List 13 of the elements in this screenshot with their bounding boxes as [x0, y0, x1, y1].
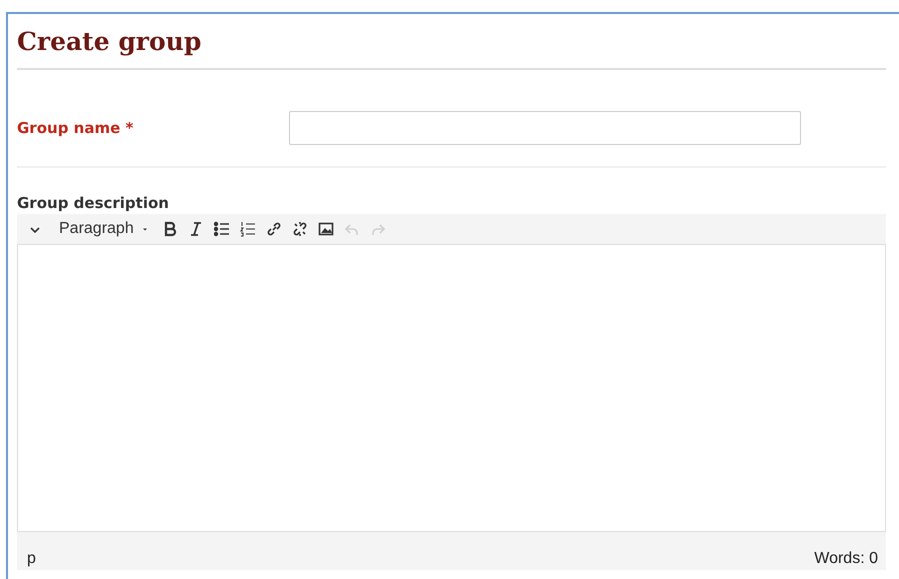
- element-path: p: [27, 550, 36, 568]
- field-label: Group name *: [17, 119, 134, 137]
- link-icon: [266, 221, 282, 237]
- bullet-list-icon: [214, 221, 230, 237]
- input-field[interactable]: [289, 111, 801, 145]
- page-title: Create group: [17, 14, 886, 70]
- unlink-icon: [292, 221, 308, 237]
- format-dropdown[interactable]: Paragraph: [57, 218, 150, 240]
- field-label: Group description: [17, 193, 170, 214]
- word-count: Words: 0: [814, 550, 878, 568]
- numbered-list-icon: [240, 221, 256, 237]
- caret-icon: [142, 227, 148, 231]
- image-icon: [318, 221, 334, 237]
